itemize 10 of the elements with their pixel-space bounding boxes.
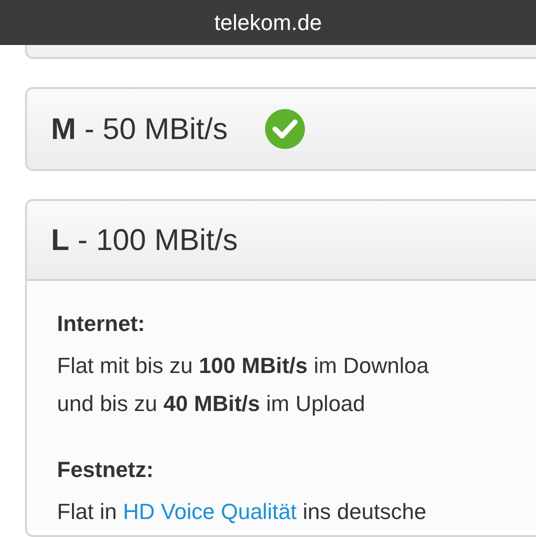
checkmark-icon [264, 108, 306, 150]
section-heading: Festnetz: [57, 456, 155, 484]
plan-title: M - 50 MBit/s [51, 112, 228, 148]
plan-header[interactable]: M - 50 MBit/s [27, 89, 536, 169]
section-text: Flat in HD Voice Qualität ins deutsche [57, 498, 428, 526]
section-text: Flat mit bis zu 100 MBit/s im Downloa und bis zu 40 MBit/s im Upload [57, 352, 430, 418]
plan-title: L - 100 MBit/s [51, 222, 238, 258]
section-heading: Internet: [57, 310, 146, 338]
url-text[interactable]: telekom.de [214, 6, 322, 39]
plan-header[interactable]: L - 100 MBit/s [27, 201, 536, 281]
